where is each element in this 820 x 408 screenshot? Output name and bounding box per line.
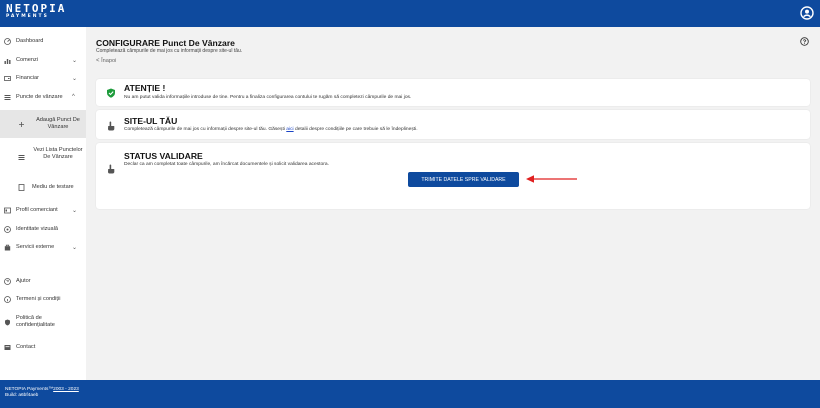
footer-years-link[interactable]: 2003 - 2023 [53,387,79,392]
sidebar-item-dashboard[interactable]: Dashboard [0,34,86,48]
sidebar-item-identitate-vizuala[interactable]: Identitate vizuală [0,222,86,236]
sidebar-item-adauga-punct[interactable]: Adaugă Punct De Vânzare [0,110,86,138]
attention-text: Nu am putut valida informațiile introdus… [124,95,412,100]
sidebar-item-label: Vezi Lista Punctelor De Vânzare [33,147,83,160]
help-icon [4,277,11,285]
site-details-link[interactable]: aici [286,127,293,132]
bag-icon [4,244,11,251]
attention-card: ATENȚIE ! Nu am putut valida informațiil… [96,79,810,106]
sidebar-item-label: Puncte de vânzare [16,94,63,100]
sidebar-item-label: Termeni și condiții [16,296,61,302]
top-bar: NETOPIA PAYMENTS [0,0,820,27]
site-title: SITE-UL TĂU [124,116,178,126]
status-card: STATUS VALIDARE Declar ca am completat t… [96,143,810,209]
sidebar-item-label: Profil comerciant [16,207,58,213]
site-text: Completează câmpurile de mai jos cu info… [124,127,418,132]
test-icon [18,183,25,191]
list-icon [18,154,25,161]
profile-icon [4,207,11,214]
site-text-before: Completează câmpurile de mai jos cu info… [124,127,287,132]
submit-validation-button[interactable]: TRIMITE DATELE SPRE VALIDARE [408,172,519,187]
red-arrow-annotation [526,175,577,183]
sidebar-item-label: Servicii externe [16,244,55,250]
back-link[interactable]: < Înapoi [96,58,116,64]
shield-icon [4,319,11,326]
status-text: Declar ca am completat toate câmpurile, … [124,162,329,167]
sidebar-item-ajutor[interactable]: Ajutor [0,274,86,288]
sidebar-item-mediu-testare[interactable]: Mediu de testare [0,180,86,194]
logo-main-text: NETOPIA [6,2,67,15]
sidebar-item-servicii-externe[interactable]: Servicii externe ⌄ [0,240,86,254]
chevron-down-icon: ⌄ [72,207,78,214]
sidebar-item-label: Financiar [16,75,40,81]
back-label: Înapoi [101,58,117,64]
attention-title: ATENȚIE ! [124,83,166,93]
sidebar-item-label: Identitate vizuală [16,226,58,232]
sidebar-item-lista-puncte[interactable]: Vezi Lista Punctelor De Vânzare [0,143,86,171]
list-icon [4,94,11,101]
wallet-icon [4,75,11,82]
footer-company: NETOPIA Payments™ [5,387,54,392]
sidebar-item-label: Politică de confidențialitate [16,315,55,328]
sidebar-item-financiar[interactable]: Financiar ⌄ [0,71,86,85]
sidebar-item-politica[interactable]: Politică de confidențialitate [0,312,86,332]
footer-copyright: NETOPIA Payments™2003 - 2023 [5,387,79,392]
check-shield-icon [107,88,115,98]
chevron-down-icon: ⌄ [72,57,78,64]
chevron-down-icon: ⌄ [72,244,78,251]
hand-pointer-icon [108,164,115,174]
sidebar-item-label: Adaugă Punct De Vânzare [36,117,80,130]
plus-icon [18,121,25,128]
site-text-after: detalii despre condițiile pe care trebui… [293,127,418,132]
sidebar-item-label: Comenzi [16,57,39,63]
sidebar: Dashboard Comenzi ⌄ Financiar ⌄ Puncte d… [0,27,86,380]
page-title: CONFIGURARE Punct De Vânzare [96,38,235,48]
sidebar-item-label: Mediu de testare [32,184,74,190]
sidebar-item-label: Contact [16,344,36,350]
info-icon [4,295,11,303]
footer: NETOPIA Payments™2003 - 2023 Build: a6bf… [0,380,820,408]
netopia-logo[interactable]: NETOPIA PAYMENTS [6,3,66,20]
chevron-left-icon: < [96,58,100,64]
site-card: SITE-UL TĂU Completează câmpurile de mai… [96,110,810,139]
hand-pointer-icon [108,121,115,131]
account-icon[interactable] [800,6,814,20]
sidebar-item-contact[interactable]: Contact [0,340,86,354]
chevron-down-icon: ⌄ [72,75,78,82]
sidebar-item-comenzi[interactable]: Comenzi ⌄ [0,53,86,67]
sidebar-item-label: Ajutor [16,278,31,284]
page-subtitle: Completează câmpurile de mai jos cu info… [96,48,243,54]
sidebar-item-puncte-de-vanzare[interactable]: Puncte de vânzare ^ [0,90,86,104]
status-title: STATUS VALIDARE [124,151,203,161]
contact-icon [4,344,11,351]
footer-build: Build: a6bf4aeb [5,393,39,398]
palette-icon [4,225,11,233]
sidebar-item-label: Dashboard [16,38,44,44]
sidebar-item-profil-comerciant[interactable]: Profil comerciant ⌄ [0,203,86,217]
sidebar-item-termeni[interactable]: Termeni și condiții [0,292,86,306]
dashboard-icon [4,37,11,45]
chart-icon [4,57,11,64]
chevron-up-icon: ^ [72,94,75,100]
help-icon[interactable] [800,37,809,46]
